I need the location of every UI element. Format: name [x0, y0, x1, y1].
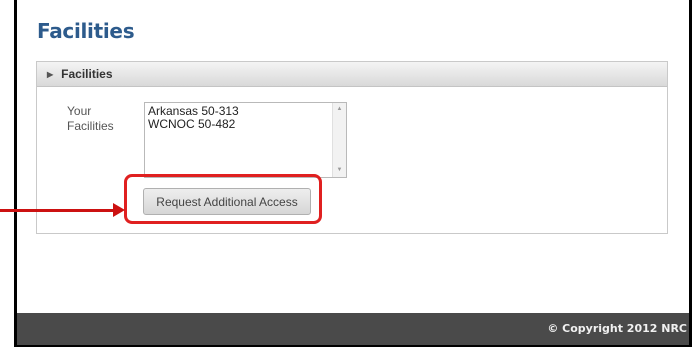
- facilities-listbox[interactable]: Arkansas 50-313 WCNOC 50-482 ▲ ▼: [144, 102, 347, 178]
- list-item[interactable]: WCNOC 50-482: [145, 118, 346, 131]
- copyright-text: © Copyright 2012 NRC: [547, 322, 687, 335]
- panel-header[interactable]: ▶ Facilities: [37, 62, 667, 87]
- scroll-down-icon[interactable]: ▼: [333, 164, 346, 177]
- annotation-arrow-icon: [113, 203, 125, 217]
- annotation-highlight-box: [124, 174, 322, 224]
- annotation-arrow-line: [0, 209, 116, 212]
- footer: © Copyright 2012 NRC: [17, 313, 689, 345]
- page-title: Facilities: [37, 19, 135, 43]
- listbox-scrollbar[interactable]: ▲ ▼: [332, 103, 346, 177]
- your-facilities-label: Your Facilities: [67, 104, 114, 133]
- scroll-up-icon[interactable]: ▲: [333, 103, 346, 116]
- panel-header-label: Facilities: [61, 67, 113, 81]
- caret-right-icon: ▶: [47, 69, 54, 79]
